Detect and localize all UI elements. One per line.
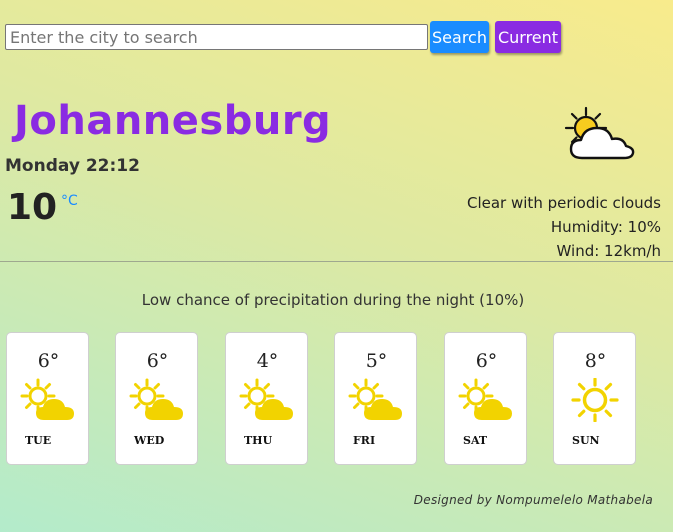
forecast-temp: 5° [365,350,388,372]
partly-cloudy-icon [458,378,512,420]
current-datetime: Monday 22:12 [5,156,140,176]
forecast-card-sat: 6° SAT [444,332,527,465]
forecast-temp: 8° [584,350,607,372]
current-temperature: 10 [7,187,58,228]
wind-value: Wind: 12km/h [556,242,661,260]
partly-cloudy-icon [564,106,635,160]
section-divider [0,261,673,262]
forecast-temp: 6° [146,350,169,372]
forecast-temp: 6° [475,350,498,372]
precipitation-summary: Low chance of precipitation during the n… [141,291,525,309]
forecast-card-sun: 8° SUN [553,332,636,465]
forecast-day: FRI [353,434,376,447]
forecast-card-thu: 4° THU [225,332,308,465]
partly-cloudy-icon [20,378,74,420]
search-button[interactable]: Search [430,21,489,53]
temperature-unit: °C [61,193,78,209]
designer-credit: Designed by Nompumelelo Mathabela [413,493,653,507]
humidity-value: Humidity: 10% [550,218,661,236]
forecast-temp: 4° [256,350,279,372]
sun-icon [571,378,619,422]
forecast-day: SAT [463,434,488,447]
forecast-day: SUN [572,434,600,447]
partly-cloudy-icon [239,378,293,420]
current-location-button[interactable]: Current [495,21,561,53]
weather-details: Clear with periodic clouds Humidity: 10%… [467,191,661,263]
partly-cloudy-icon [348,378,402,420]
weather-description: Clear with periodic clouds [467,194,661,212]
forecast-temp: 6° [37,350,60,372]
forecast-card-wed: 6° WED [115,332,198,465]
partly-cloudy-icon [129,378,183,420]
forecast-card-fri: 5° FRI [334,332,417,465]
forecast-card-tue: 6° TUE [6,332,89,465]
forecast-day: THU [244,434,273,447]
forecast-day: WED [134,434,165,447]
city-name: Johannesburg [14,98,332,144]
forecast-day: TUE [25,434,52,447]
city-search-input[interactable] [5,24,428,50]
